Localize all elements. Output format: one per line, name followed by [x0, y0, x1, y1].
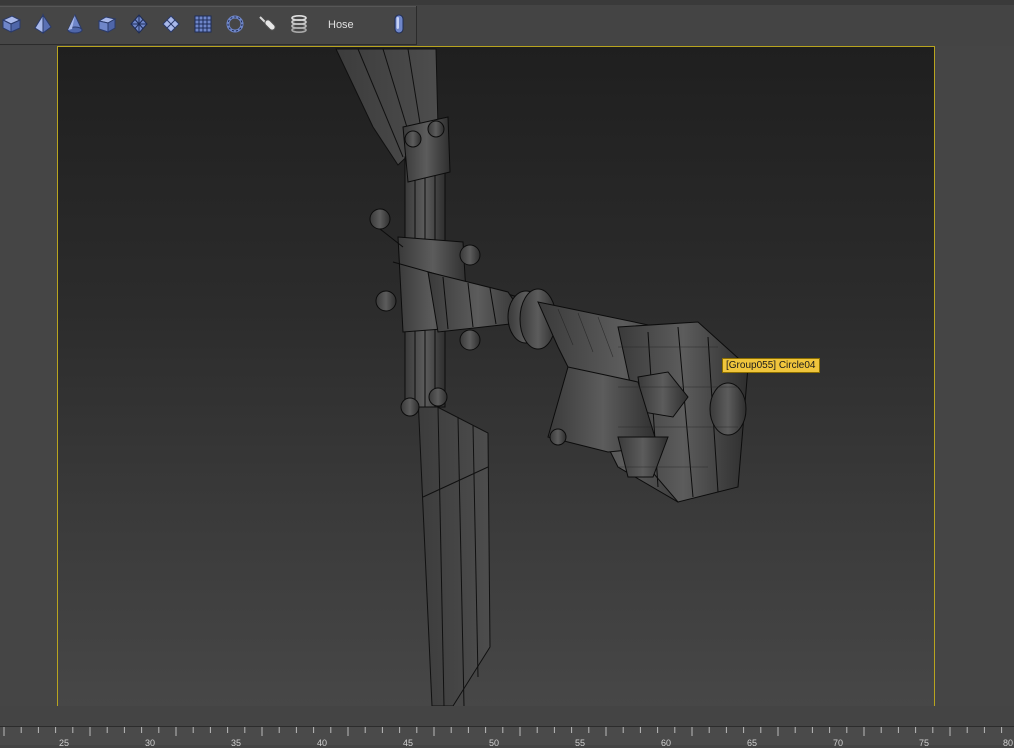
ruler-label: 25 — [58, 738, 70, 748]
right-panel-gap — [934, 46, 1014, 706]
chamfer-box-icon — [97, 16, 117, 33]
perspective-viewport[interactable]: [Group055] Circle04 — [57, 46, 935, 707]
left-panel-gap — [0, 46, 57, 706]
tetra-button[interactable] — [28, 9, 58, 39]
spring-icon — [291, 14, 307, 34]
top-divider — [0, 0, 1014, 5]
geosphere-button[interactable] — [124, 9, 154, 39]
geosphere-icon — [130, 14, 148, 34]
plane-diamond-button[interactable] — [156, 9, 186, 39]
ruler-label: 60 — [660, 738, 672, 748]
ruler-label: 55 — [574, 738, 586, 748]
grid-plane-icon — [194, 15, 212, 33]
hose-button[interactable] — [384, 9, 414, 39]
torus-knot-icon — [226, 15, 244, 33]
ruler-label: 40 — [316, 738, 328, 748]
chamfer-box-button[interactable] — [92, 9, 122, 39]
box-button[interactable] — [0, 9, 26, 39]
rotor-wireframe-model[interactable] — [58, 47, 934, 706]
ruler-label: 80 — [1002, 738, 1014, 748]
ruler-label: 30 — [144, 738, 156, 748]
ruler-label: 75 — [918, 738, 930, 748]
hose-capsule-icon — [394, 14, 404, 34]
torus-knot-button[interactable] — [220, 9, 250, 39]
ruler-label: 50 — [488, 738, 500, 748]
cone-button[interactable] — [60, 9, 90, 39]
plane-diamond-icon — [162, 15, 180, 33]
capsule-tool-button[interactable] — [252, 9, 282, 39]
ruler-label: 35 — [230, 738, 242, 748]
top-bar: Hose — [0, 0, 1014, 46]
object-tooltip: [Group055] Circle04 — [722, 358, 820, 373]
grid-plane-button[interactable] — [188, 9, 218, 39]
ruler-label: 70 — [832, 738, 844, 748]
create-toolbar: Hose — [0, 6, 417, 45]
tetra-icon — [34, 13, 52, 34]
box-icon — [1, 15, 22, 33]
ruler-label: 65 — [746, 738, 758, 748]
cone-icon — [67, 13, 83, 34]
ruler-label: 45 — [402, 738, 414, 748]
capsule-tool-icon — [259, 16, 276, 31]
timeline-ruler[interactable]: 25 30 35 40 45 50 55 60 65 70 75 80 — [0, 726, 1014, 748]
hose-button-label[interactable]: Hose — [316, 6, 366, 44]
viewport-bottom-gap — [0, 706, 1014, 726]
spring-button[interactable] — [284, 9, 314, 39]
